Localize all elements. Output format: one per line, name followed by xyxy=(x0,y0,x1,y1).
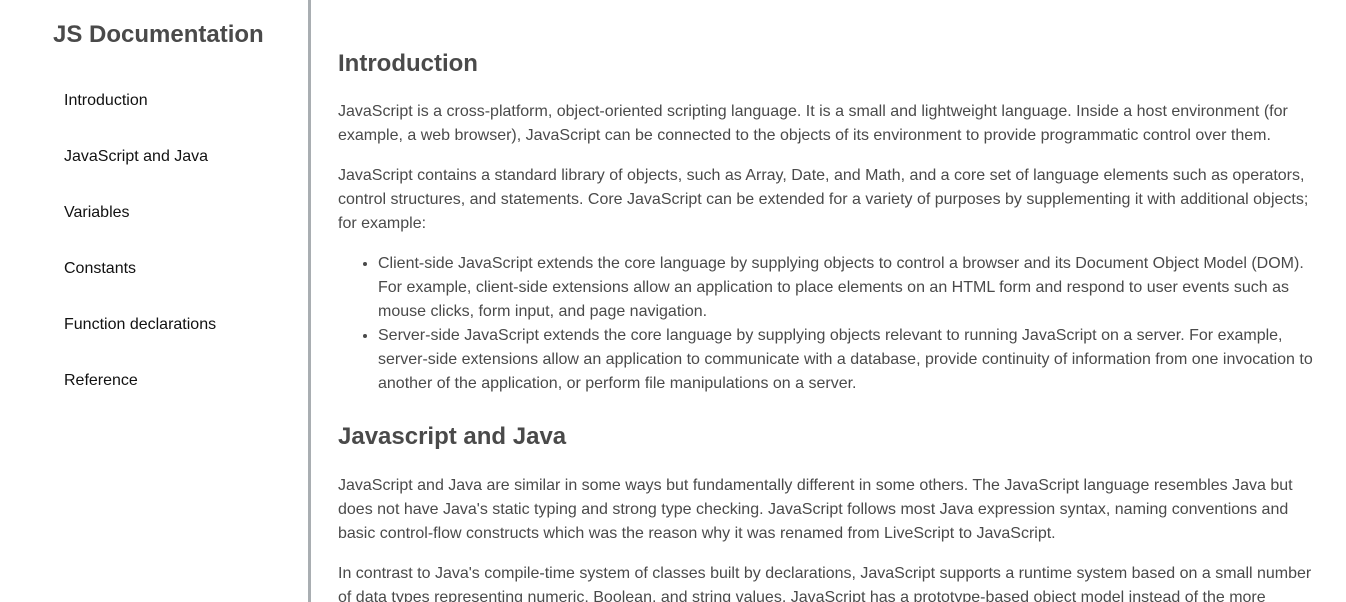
nav-title: JS Documentation xyxy=(53,21,264,48)
intro-bullet-server-side: Server-side JavaScript extends the core … xyxy=(378,324,1318,396)
section-title-javascript-and-java: Javascript and Java xyxy=(338,423,567,450)
intro-paragraph-1: JavaScript is a cross-platform, object-o… xyxy=(338,103,1288,144)
nav-link-constants[interactable]: Constants xyxy=(64,260,136,277)
intro-paragraph-2: JavaScript contains a standard library o… xyxy=(338,167,1309,232)
main-doc: Introduction JavaScript is a cross-platf… xyxy=(338,0,1318,602)
section-title-introduction: Introduction xyxy=(338,50,478,77)
nav-item-constants: Constants xyxy=(64,258,216,314)
navbar: JS Documentation Introduction JavaScript… xyxy=(0,0,311,602)
nav-item-reference: Reference xyxy=(64,370,216,426)
nav-link-function-declarations[interactable]: Function declarations xyxy=(64,316,216,333)
java-paragraph-2: In contrast to Java's compile-time syste… xyxy=(338,565,1312,602)
nav-link-javascript-and-java[interactable]: JavaScript and Java xyxy=(64,148,208,165)
nav-item-introduction: Introduction xyxy=(64,90,216,146)
nav-list: Introduction JavaScript and Java Variabl… xyxy=(64,90,216,426)
intro-bullet-client-side: Client-side JavaScript extends the core … xyxy=(378,252,1318,324)
java-paragraph-1: JavaScript and Java are similar in some … xyxy=(338,477,1293,542)
nav-link-variables[interactable]: Variables xyxy=(64,204,130,221)
nav-link-introduction[interactable]: Introduction xyxy=(64,92,148,109)
nav-item-variables: Variables xyxy=(64,202,216,258)
section-javascript-and-java: Javascript and Java JavaScript and Java … xyxy=(338,423,1318,602)
section-introduction: Introduction JavaScript is a cross-platf… xyxy=(338,50,1318,396)
nav-link-reference[interactable]: Reference xyxy=(64,372,138,389)
nav-item-function-declarations: Function declarations xyxy=(64,314,216,370)
intro-bullet-list: Client-side JavaScript extends the core … xyxy=(338,252,1318,396)
nav-item-javascript-and-java: JavaScript and Java xyxy=(64,146,216,202)
